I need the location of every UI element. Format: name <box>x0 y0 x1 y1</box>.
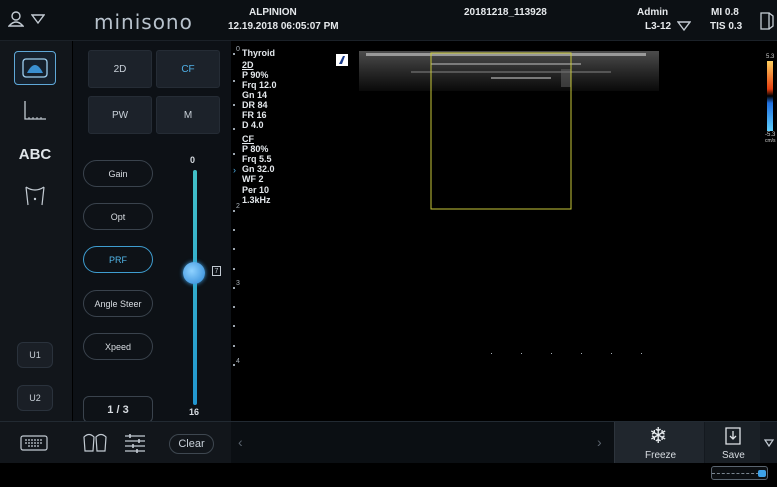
param-2d-gain: Gn 14 <box>242 90 268 100</box>
cine-scroll-bar[interactable] <box>711 466 768 480</box>
param-2d-title: 2D <box>242 60 254 70</box>
orientation-marker-icon <box>336 54 348 66</box>
ultrasound-image-area[interactable]: 5.3 -5.3 cm/s <box>231 41 777 420</box>
depth-min-label: 0 <box>190 155 196 165</box>
prev-icon[interactable]: ‹ <box>238 434 243 450</box>
measure-button[interactable] <box>14 93 56 127</box>
focus-marker-icon: › <box>233 165 236 175</box>
param-cf-gain: Gn 32.0 <box>242 164 275 174</box>
colorbar-top-label: 5.3 <box>766 54 775 60</box>
company-name: ALPINION <box>249 7 297 18</box>
param-2d-frequency: Frq 12.0 <box>242 80 277 90</box>
next-icon[interactable]: › <box>597 434 602 450</box>
dual-view-icon[interactable] <box>82 433 108 453</box>
measure-icon <box>24 101 46 120</box>
probe-chevron-down-icon[interactable] <box>677 20 691 32</box>
param-cf-persistence: Per 10 <box>242 185 270 195</box>
mode-m-button[interactable]: M <box>156 96 220 134</box>
probe-label[interactable]: L3-12 <box>645 21 671 32</box>
gain-button[interactable]: Gain <box>83 160 153 187</box>
param-2d-power: P 90% <box>242 70 269 80</box>
save-icon <box>725 427 741 445</box>
depth-dot <box>233 364 235 366</box>
app-logo: minisono <box>94 10 193 34</box>
save-button[interactable]: Save <box>705 422 760 464</box>
ultrasound-image <box>359 51 659 354</box>
depth-slider-thumb[interactable] <box>183 262 205 284</box>
depth-dot <box>233 128 235 130</box>
body-mark-icon <box>25 186 45 206</box>
prf-button[interactable]: PRF <box>83 246 153 273</box>
param-cf-title: CF <box>242 134 254 144</box>
depth-dot <box>233 325 235 327</box>
header-bar: minisono ALPINION 12.19.2018 06:05:07 PM… <box>0 0 777 41</box>
save-label: Save <box>722 450 745 461</box>
depth-dot <box>233 210 235 212</box>
probe-icon <box>22 58 48 78</box>
left-toolbar: ABC U1 U2 <box>0 41 72 461</box>
mode-2d-button[interactable]: 2D <box>88 50 152 88</box>
param-cf-prf: 1.3kHz <box>242 195 271 205</box>
depth-dot <box>233 248 235 250</box>
depth-dot <box>233 104 235 106</box>
param-cf-frequency: Frq 5.5 <box>242 154 272 164</box>
param-2d-dynamic-range: DR 84 <box>242 100 268 110</box>
annotation-button[interactable]: ABC <box>14 137 56 171</box>
mode-pw-button[interactable]: PW <box>88 96 152 134</box>
param-cf-wall-filter: WF 2 <box>242 174 264 184</box>
thumbnail-strip[interactable] <box>231 422 615 464</box>
depth-dot <box>233 53 235 55</box>
save-options-chevron-icon[interactable] <box>764 438 774 448</box>
preset-label: Thyroid <box>242 48 275 58</box>
opt-button[interactable]: Opt <box>83 203 153 230</box>
user-icon[interactable] <box>8 11 24 27</box>
operator-name[interactable]: Admin <box>637 7 668 18</box>
depth-mark-3: 3 <box>236 280 240 287</box>
param-2d-depth: D 4.0 <box>242 120 264 130</box>
depth-dot <box>233 268 235 270</box>
snowflake-icon: ❄ <box>649 423 668 448</box>
depth-dot <box>233 80 235 82</box>
page-indicator[interactable]: 1 / 3 <box>83 396 153 423</box>
freeze-button[interactable]: ❄ Freeze <box>614 422 704 464</box>
probe-mode-button[interactable] <box>14 51 56 85</box>
color-velocity-bar <box>767 61 773 131</box>
param-cf-power: P 80% <box>242 144 269 154</box>
xpeed-button[interactable]: Xpeed <box>83 333 153 360</box>
bottom-bar: Clear ‹ › ❄ Freeze Save <box>0 421 777 464</box>
footer-strip <box>0 463 777 487</box>
tis-value: TIS 0.3 <box>710 21 743 32</box>
cine-scroll-ticks <box>712 467 759 474</box>
depth-dot <box>233 153 235 155</box>
depth-mark-4: 4 <box>236 358 240 365</box>
depth-dot <box>233 345 235 347</box>
keyboard-icon[interactable] <box>20 435 48 451</box>
cine-scroll-thumb[interactable] <box>758 470 766 477</box>
depth-dot <box>233 229 235 231</box>
freeze-label: Freeze <box>645 450 677 461</box>
user-preset-u2-button[interactable]: U2 <box>17 385 53 411</box>
user-preset-u1-button[interactable]: U1 <box>17 342 53 368</box>
clear-button[interactable]: Clear <box>169 434 214 454</box>
depth-mark-0: 0 <box>236 46 240 53</box>
list-icon[interactable] <box>123 433 147 453</box>
depth-mark-2: 2 <box>236 203 240 210</box>
body-mark-button[interactable] <box>14 179 56 213</box>
angle-steer-button[interactable]: Angle Steer <box>83 290 153 317</box>
chevron-down-icon[interactable] <box>31 13 45 25</box>
slider-value-icon: 7 <box>212 266 221 276</box>
exam-datetime: 12.19.2018 06:05:07 PM <box>228 21 339 32</box>
depth-dot <box>233 306 235 308</box>
param-2d-frame-rate: FR 16 <box>242 110 267 120</box>
depth-max-label: 16 <box>189 407 200 417</box>
depth-dot <box>233 287 235 289</box>
depth-slider-track[interactable] <box>193 170 197 405</box>
mode-cf-button[interactable]: CF <box>156 50 220 88</box>
colorbar-unit-label: cm/s <box>765 138 776 144</box>
study-id: 20181218_113928 <box>464 7 547 18</box>
mi-value: MI 0.8 <box>711 7 739 18</box>
exit-icon[interactable] <box>760 12 774 30</box>
